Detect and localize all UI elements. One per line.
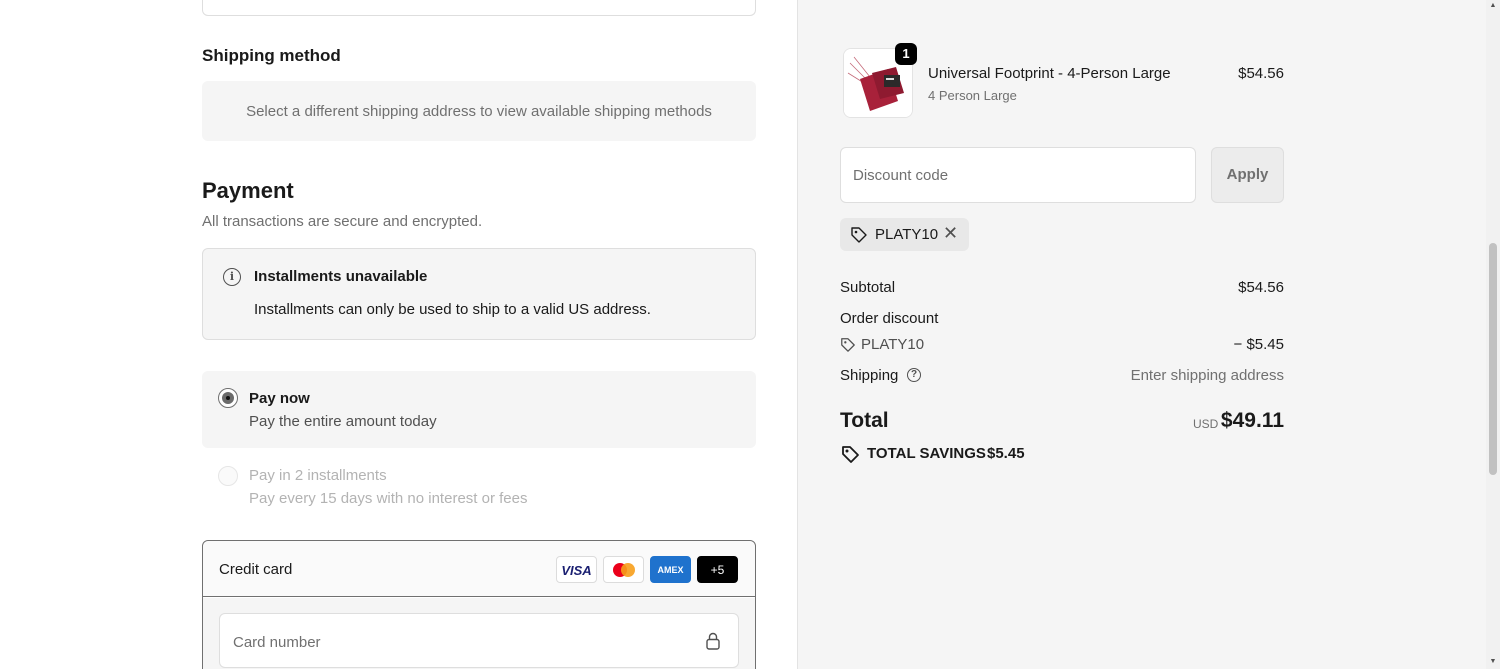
shipping-value: Enter shipping address <box>1130 367 1284 384</box>
pay-now-radio[interactable] <box>218 388 238 408</box>
subtotal-value: $54.56 <box>1238 279 1284 296</box>
discount-code-label: PLATY10 <box>861 336 925 353</box>
remove-discount-icon[interactable]: ✕ <box>943 223 958 244</box>
info-icon: i <box>223 268 241 286</box>
payment-subtitle: All transactions are secure and encrypte… <box>202 213 483 230</box>
tag-icon <box>841 338 855 352</box>
applied-discount-chip: PLATY10 ✕ <box>840 218 969 251</box>
product-price: $54.56 <box>1238 65 1284 82</box>
total-currency: USD <box>1193 417 1219 431</box>
shipping-label: Shipping <box>840 367 899 384</box>
discount-amount: − $5.45 <box>1233 336 1284 353</box>
card-number-input[interactable]: Card number <box>219 613 739 668</box>
scroll-up-arrow[interactable]: ▲ <box>1489 2 1497 10</box>
discount-code-placeholder: Discount code <box>853 167 949 184</box>
installments-option: Pay in 2 installments Pay every 15 days … <box>202 452 756 522</box>
scrollbar-thumb[interactable] <box>1489 243 1497 475</box>
installments-radio <box>218 466 238 486</box>
total-label: Total <box>840 409 889 432</box>
subtotal-label: Subtotal <box>840 279 896 296</box>
pay-now-title: Pay now <box>249 390 310 407</box>
amex-logo: AMEX <box>650 556 691 583</box>
discount-code-input[interactable]: Discount code <box>840 147 1196 203</box>
pay-now-option[interactable]: Pay now Pay the entire amount today <box>202 371 756 448</box>
savings-tag-icon <box>842 446 859 463</box>
savings-value: $5.45 <box>987 445 1025 462</box>
scroll-down-arrow[interactable]: ▼ <box>1489 658 1497 666</box>
shipping-methods-placeholder: Select a different shipping address to v… <box>202 81 756 141</box>
credit-card-section: Credit card VISA AMEX +5 Card number <box>202 540 756 669</box>
tag-icon <box>851 227 867 243</box>
total-value: $49.11 <box>1220 409 1284 432</box>
quantity-badge: 1 <box>895 43 917 65</box>
checkout-form-panel: Shipping method Select a different shipp… <box>0 0 797 669</box>
shipping-method-title: Shipping method <box>202 46 341 65</box>
notice-title: Installments unavailable <box>254 268 428 285</box>
credit-card-header[interactable]: Credit card VISA AMEX +5 <box>203 541 755 597</box>
notice-text: Installments can only be used to ship to… <box>254 301 651 318</box>
pay-now-subtitle: Pay the entire amount today <box>249 413 437 430</box>
help-icon[interactable]: ? <box>907 368 921 382</box>
mastercard-logo <box>603 556 644 583</box>
installments-title: Pay in 2 installments <box>249 467 387 484</box>
installments-subtitle: Pay every 15 days with no interest or fe… <box>249 490 528 507</box>
credit-card-label: Credit card <box>219 561 293 578</box>
lock-icon <box>706 632 720 650</box>
product-name: Universal Footprint - 4-Person Large <box>928 65 1171 82</box>
apply-discount-button[interactable]: Apply <box>1211 147 1284 203</box>
installments-notice: i Installments unavailable Installments … <box>202 248 756 340</box>
more-cards-badge: +5 <box>697 556 738 583</box>
order-discount-label: Order discount <box>840 310 939 327</box>
savings-label: TOTAL SAVINGS <box>867 445 986 462</box>
product-variant: 4 Person Large <box>928 88 1017 103</box>
payment-title: Payment <box>202 178 294 203</box>
credit-card-body: Card number <box>203 598 755 669</box>
applied-discount-code: PLATY10 <box>875 226 939 243</box>
card-number-placeholder: Card number <box>233 634 321 651</box>
visa-logo: VISA <box>556 556 597 583</box>
shipping-methods-message: Select a different shipping address to v… <box>246 102 712 120</box>
previous-field-box <box>202 0 756 16</box>
